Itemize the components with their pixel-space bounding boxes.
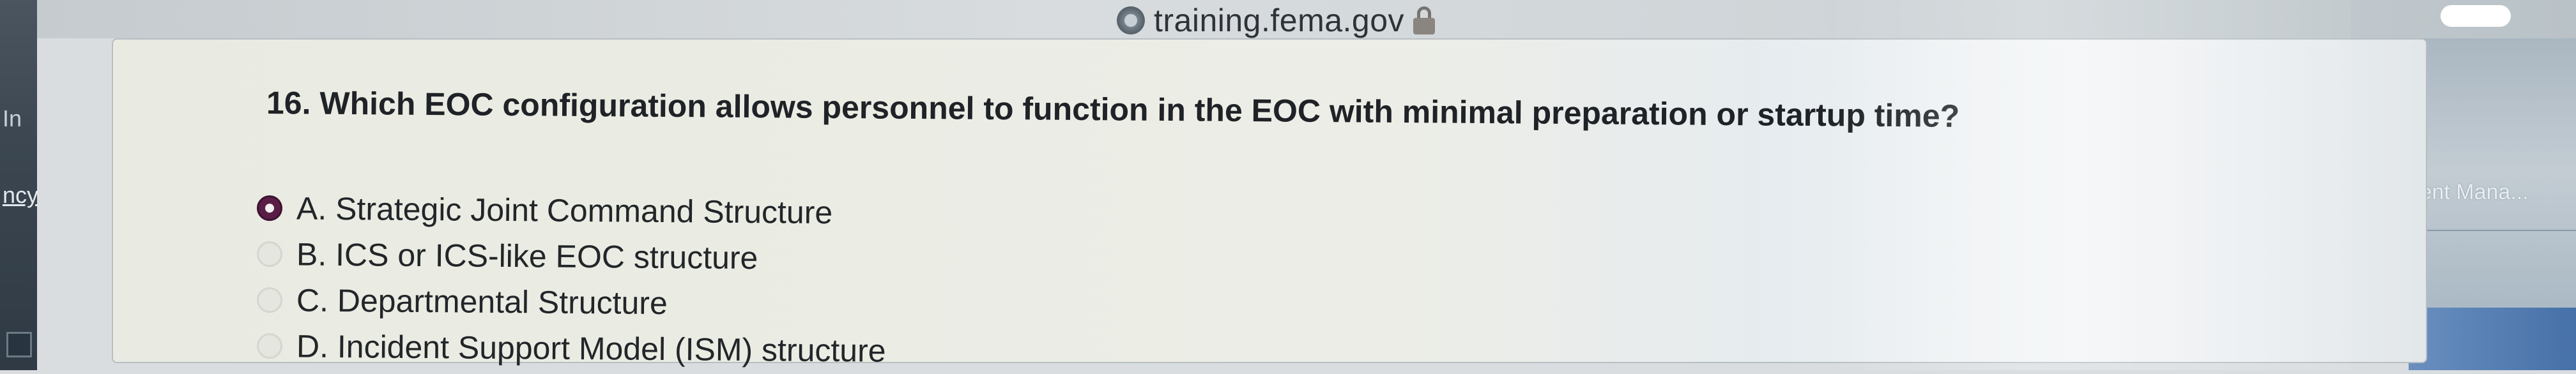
answer-option-c[interactable]: C. Departmental Structure — [256, 277, 886, 328]
right-panel-divider — [2415, 230, 2576, 231]
right-side-panel-text[interactable]: ient Mana... — [2415, 180, 2529, 205]
radio-button-c[interactable] — [256, 287, 283, 313]
toolbar-pill-button[interactable] — [2441, 5, 2511, 27]
option-label-a: A. Strategic Joint Command Structure — [296, 190, 833, 231]
left-edge-square-icon — [6, 332, 32, 357]
left-edge-text-1: In — [3, 105, 22, 131]
answer-options: A. Strategic Joint Command Structure B. … — [256, 185, 886, 369]
answer-option-d[interactable]: D. Incident Support Model (ISM) structur… — [256, 323, 886, 374]
answer-option-b[interactable]: B. ICS or ICS-like EOC structure — [256, 231, 886, 282]
radio-button-b[interactable] — [256, 241, 283, 267]
browser-address-bar: training.fema.gov — [37, 0, 2576, 38]
dhs-seal-icon — [1117, 6, 1145, 34]
quiz-question-card: 16. Which EOC configuration allows perso… — [112, 38, 2427, 369]
answer-option-a[interactable]: A. Strategic Joint Command Structure — [256, 185, 886, 236]
radio-button-a[interactable] — [256, 195, 283, 221]
url-domain: training.fema.gov — [1154, 3, 1405, 38]
option-label-c: C. Departmental Structure — [296, 282, 668, 322]
url-display[interactable]: training.fema.gov — [1117, 3, 1436, 38]
lock-icon — [1413, 6, 1436, 34]
question-text: 16. Which EOC configuration allows perso… — [266, 85, 1960, 134]
right-panel-blue-block — [2409, 308, 2576, 370]
radio-button-d[interactable] — [256, 333, 283, 359]
option-label-b: B. ICS or ICS-like EOC structure — [296, 236, 758, 276]
left-edge-link[interactable]: ncy — [3, 182, 38, 209]
option-label-d: D. Incident Support Model (ISM) structur… — [296, 328, 886, 369]
